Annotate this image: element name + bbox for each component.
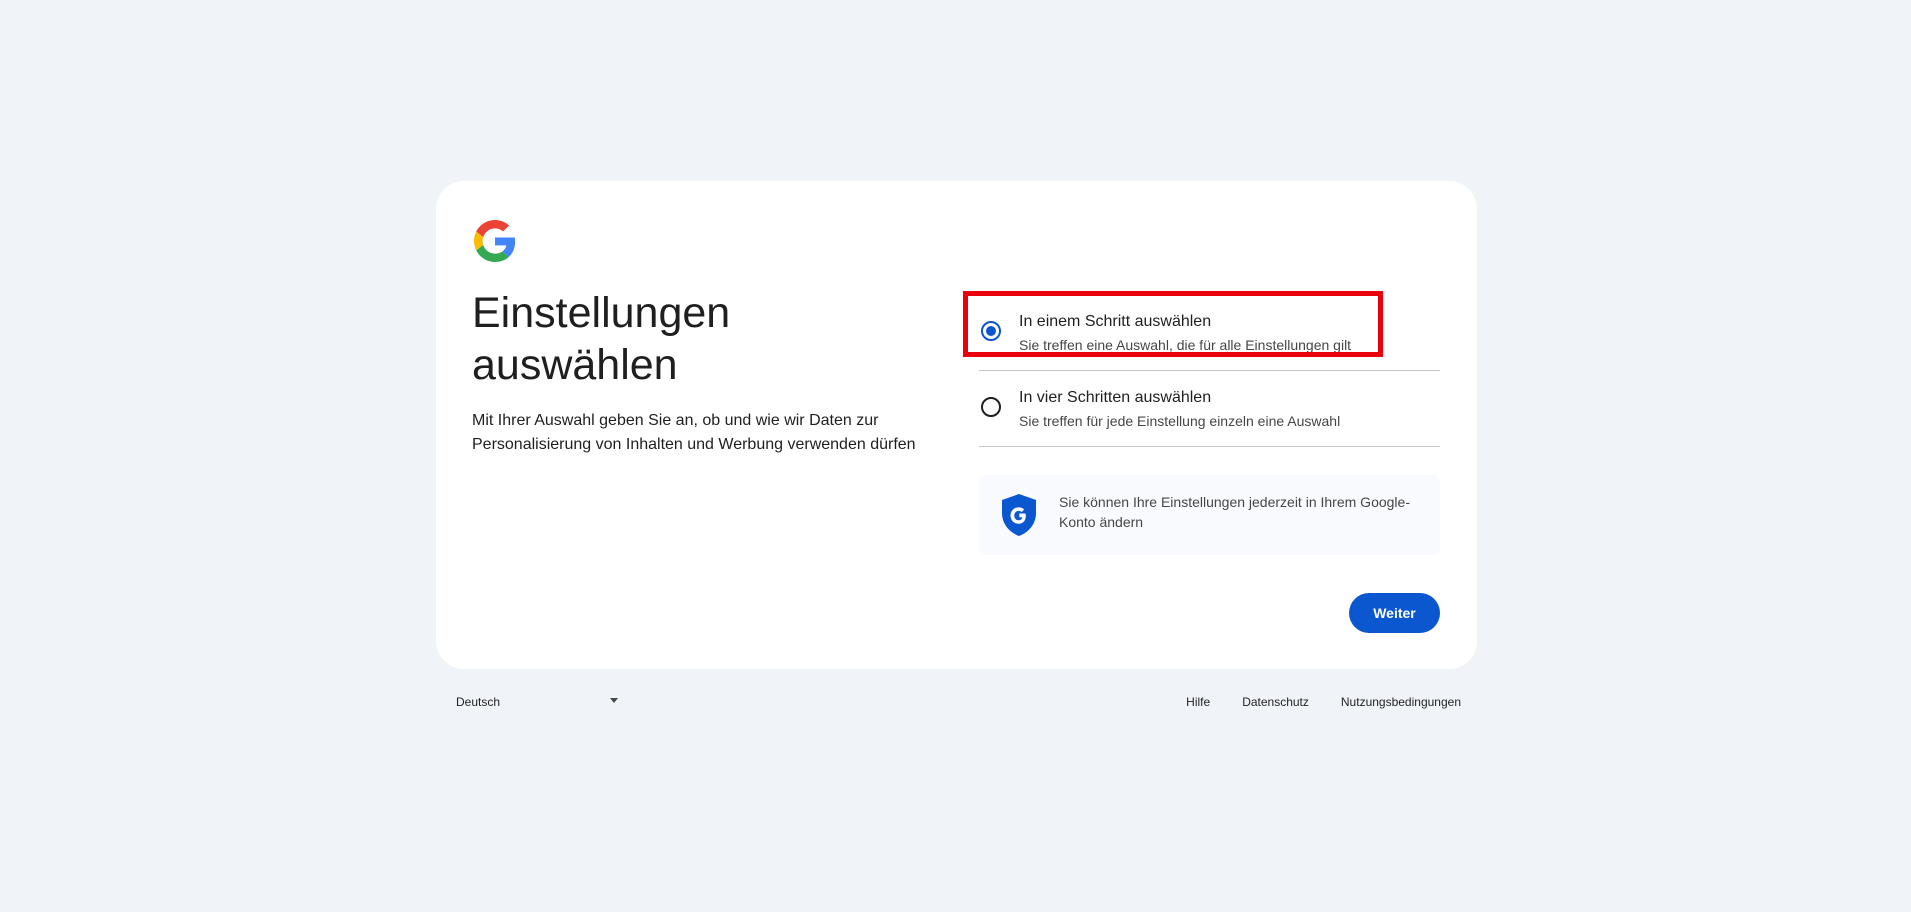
radio-one-step[interactable] [981, 321, 1001, 341]
option-four-steps-subtitle: Sie treffen für jede Einstellung einzeln… [1019, 413, 1341, 429]
info-box: Sie können Ihre Einstellungen jederzeit … [979, 475, 1440, 555]
option-one-step-subtitle: Sie treffen eine Auswahl, die für alle E… [1019, 337, 1352, 353]
google-logo-icon [474, 220, 516, 262]
option-one-step[interactable]: In einem Schritt auswählen Sie treffen e… [963, 291, 1440, 371]
footer-links: Hilfe Datenschutz Nutzungsbedingungen [1186, 695, 1461, 709]
option-four-steps[interactable]: In vier Schritten auswählen Sie treffen … [979, 371, 1440, 447]
next-button[interactable]: Weiter [1349, 593, 1440, 633]
footer-link-terms[interactable]: Nutzungsbedingungen [1341, 695, 1461, 709]
footer: Deutsch Hilfe Datenschutz Nutzungsbeding… [436, 690, 1477, 714]
footer-link-privacy[interactable]: Datenschutz [1242, 695, 1309, 709]
page-description: Mit Ihrer Auswahl geben Sie an, ob und w… [472, 412, 916, 453]
caret-down-icon [610, 698, 618, 703]
shield-icon [1002, 494, 1036, 536]
option-one-step-title: In einem Schritt auswählen [1019, 313, 1212, 330]
language-select[interactable]: Deutsch [440, 690, 620, 714]
footer-link-help[interactable]: Hilfe [1186, 695, 1210, 709]
option-four-steps-title: In vier Schritten auswählen [1019, 389, 1212, 406]
language-label: Deutsch [456, 695, 501, 709]
radio-four-steps[interactable] [981, 397, 1001, 417]
info-text: Sie können Ihre Einstellungen jederzeit … [1059, 494, 1410, 530]
consent-card: Einstellungen auswählen Mit Ihrer Auswah… [436, 181, 1477, 669]
page-title: Einstellungen auswählen [472, 289, 731, 389]
choice-options: In einem Schritt auswählen Sie treffen e… [963, 291, 1440, 447]
